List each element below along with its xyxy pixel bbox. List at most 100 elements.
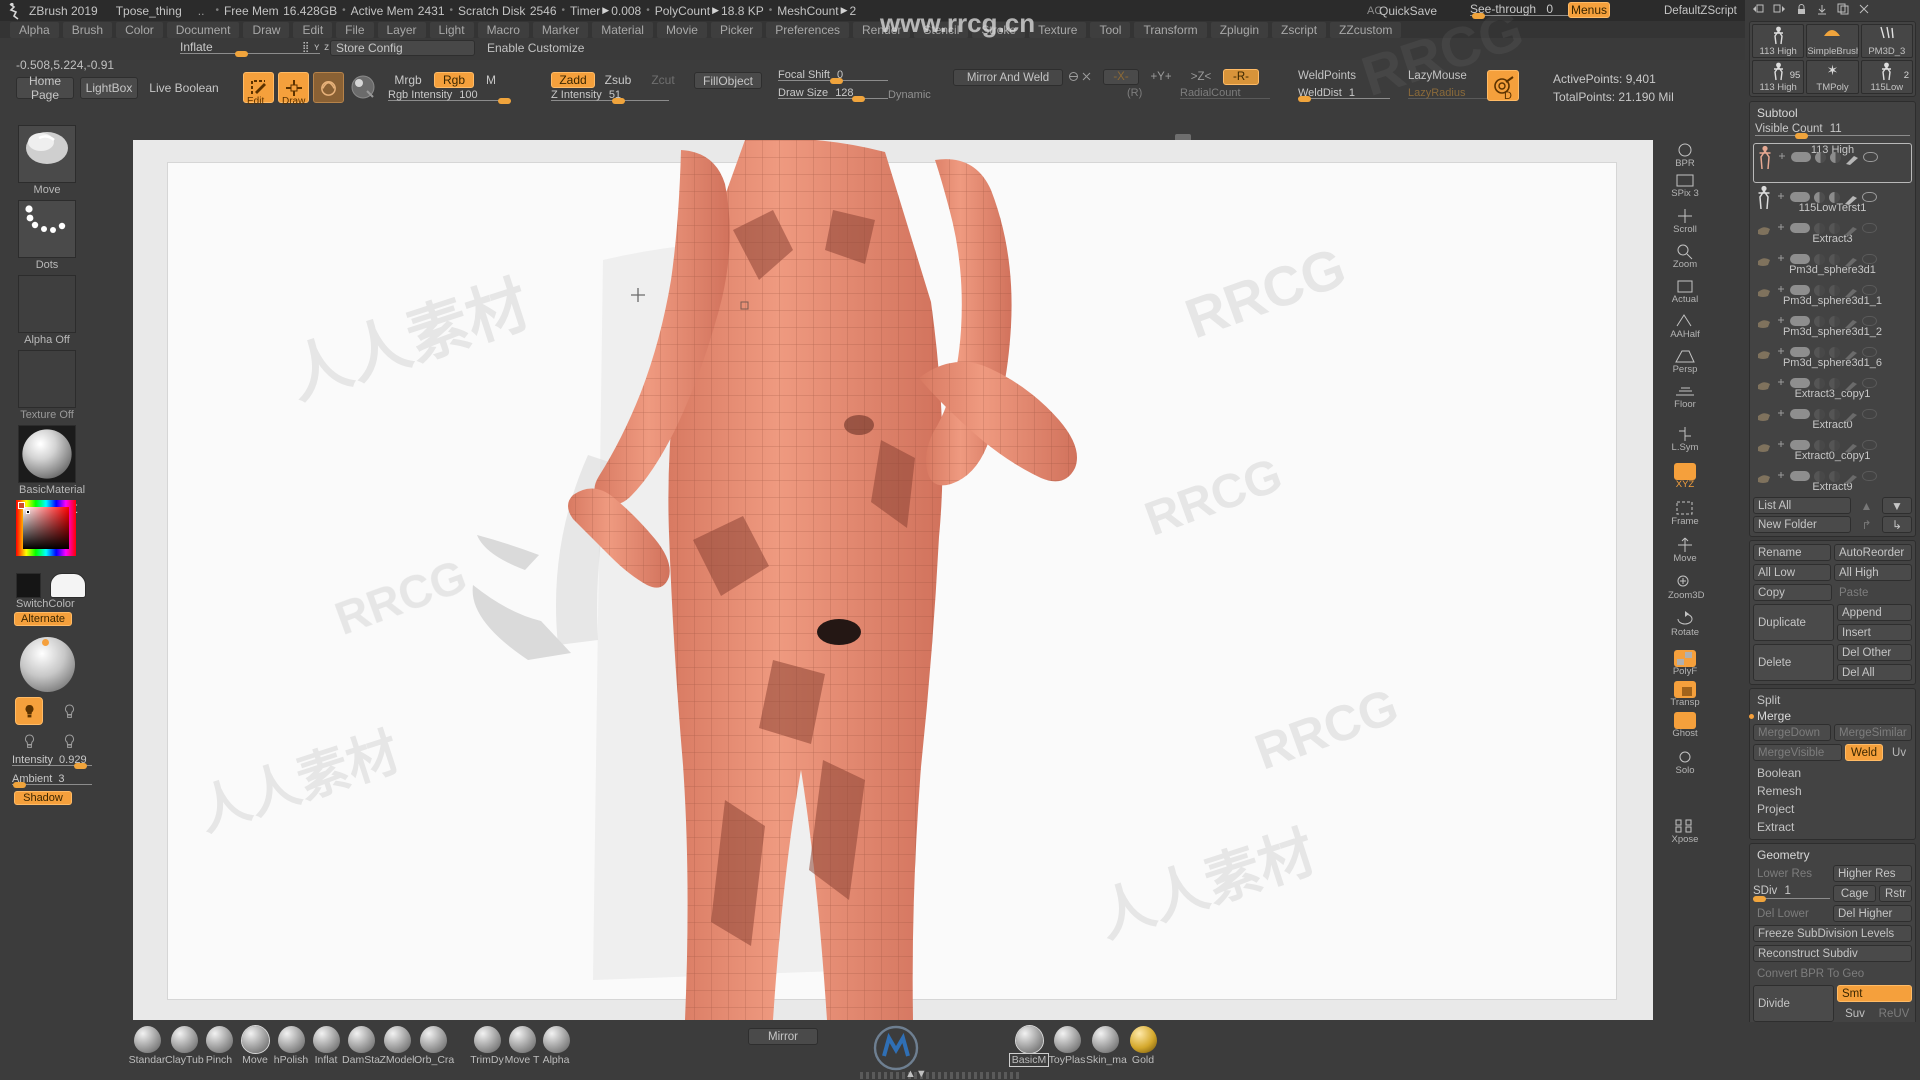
subtool-icon-row[interactable] [1777, 374, 1877, 392]
subtool-brush-icon[interactable] [1844, 378, 1858, 391]
light-slot-row-2[interactable] [15, 727, 83, 755]
menu-item-picker[interactable]: Picker [710, 21, 763, 38]
subtool-icon-row[interactable] [1777, 405, 1877, 423]
subtool-polypaint-toggle[interactable] [1829, 284, 1840, 296]
subtool-brush-icon[interactable] [1844, 285, 1858, 298]
tool-thumb-113-high[interactable]: 113 High [1752, 24, 1805, 58]
subtool-brush-icon[interactable] [1844, 254, 1858, 267]
switch-color-row[interactable] [16, 573, 86, 598]
split-section[interactable]: Split [1753, 692, 1912, 708]
home-page-button[interactable]: Home Page [16, 74, 74, 102]
inflate-slider[interactable]: Inflate [180, 40, 320, 57]
viewport-tool-move[interactable]: Move [1668, 537, 1702, 564]
del-higher-button[interactable]: Del Higher [1833, 905, 1912, 922]
boolean-section[interactable]: Boolean [1753, 764, 1912, 782]
subtool-item[interactable] [1753, 246, 1912, 267]
draw-size-slider[interactable]: Draw Size 128 [778, 87, 888, 102]
weld-dist-slider[interactable]: WeldDist 1 [1298, 87, 1390, 102]
duplicate-button[interactable]: Duplicate [1753, 604, 1834, 641]
light-intensity-slider[interactable]: Intensity 0.929 [12, 754, 92, 769]
viewport-tool-solo[interactable]: Solo [1668, 749, 1702, 776]
brush-move[interactable]: Move [236, 1025, 274, 1066]
subtool-visibility-pill[interactable] [1791, 152, 1811, 162]
tool-thumb-pm3d-3[interactable]: PM3D_3 [1860, 24, 1913, 58]
subtool-brush-icon[interactable] [1844, 471, 1858, 484]
menu-item-document[interactable]: Document [166, 21, 240, 38]
menu-item-tool[interactable]: Tool [1090, 21, 1131, 38]
higher-res-button[interactable]: Higher Res [1833, 865, 1912, 882]
lightbox-button[interactable]: LightBox [80, 77, 138, 99]
subtool-icon-row[interactable] [1778, 148, 1878, 166]
subtool-shading-toggle[interactable] [1814, 191, 1825, 203]
folder-in-icon[interactable]: ↳ [1882, 516, 1912, 533]
viewport-tool-transp[interactable]: Transp [1668, 681, 1702, 708]
subtool-brush-icon[interactable] [1844, 223, 1858, 236]
sdiv-slider[interactable]: SDiv 1 [1753, 885, 1831, 902]
subtool-polypaint-toggle[interactable] [1829, 470, 1840, 482]
subtool-item[interactable] [1753, 463, 1912, 484]
subtool-brush-icon[interactable] [1845, 152, 1859, 165]
live-boolean-button[interactable]: Live Boolean [144, 77, 224, 99]
subtool-eye-icon[interactable] [1862, 223, 1877, 233]
mrgb-button[interactable]: Mrgb [388, 72, 428, 88]
rename-button[interactable]: Rename [1753, 544, 1831, 561]
xyz-toggle-icon[interactable]: ⣿ ʏ ᴢ [302, 42, 330, 53]
tool-nav-icons[interactable] [1745, 0, 1920, 18]
subtool-brush-icon[interactable] [1844, 347, 1858, 360]
subtool-shading-toggle[interactable] [1814, 408, 1825, 420]
viewport-tool-zoom3d[interactable]: Zoom3D [1668, 574, 1704, 601]
menu-item-stroke[interactable]: Stroke [972, 21, 1026, 38]
viewport-tool-ghost[interactable]: Ghost [1668, 712, 1702, 739]
subtool-item[interactable] [1753, 215, 1912, 236]
viewport-tool-rotate[interactable]: Rotate [1668, 611, 1702, 638]
bottom-scroll-arrows[interactable]: ▲▼ [905, 1068, 927, 1080]
insert-button[interactable]: Insert [1837, 624, 1912, 641]
light-slot-row-1[interactable] [15, 697, 83, 725]
all-high-button[interactable]: All High [1834, 564, 1912, 581]
visible-count-slider[interactable]: Visible Count 11 [1755, 123, 1910, 139]
material-preview-sphere[interactable] [348, 72, 379, 103]
menu-item-file[interactable]: File [336, 21, 374, 38]
viewport-tool-floor[interactable]: Floor [1668, 383, 1702, 410]
current-alpha-swatch[interactable]: Alpha Off [18, 275, 76, 346]
shadow-button[interactable]: Shadow [14, 791, 72, 805]
subtool-icon-row[interactable] [1777, 188, 1877, 206]
subtool-polypaint-toggle[interactable] [1829, 191, 1840, 203]
color-picker[interactable]: Gradient [16, 500, 77, 556]
subtool-eye-icon[interactable] [1862, 192, 1877, 202]
viewport-tool-xpose[interactable]: Xpose [1668, 818, 1702, 845]
menu-item-draw[interactable]: Draw [243, 21, 290, 38]
subtool-eye-icon[interactable] [1862, 378, 1877, 388]
viewport-tool-scroll[interactable]: Scroll [1668, 208, 1702, 235]
freeze-subdivision-button[interactable]: Freeze SubDivision Levels [1753, 925, 1912, 942]
smt-button[interactable]: Smt [1837, 985, 1912, 1002]
material-gold[interactable]: Gold [1124, 1026, 1162, 1066]
subtool-icon-row[interactable] [1777, 343, 1877, 361]
sculpt-model[interactable] [133, 140, 1653, 1020]
brush-alpha[interactable]: Alpha [537, 1026, 575, 1066]
subtool-brush-icon[interactable] [1844, 316, 1858, 329]
menu-item-stencil[interactable]: Stencil [914, 21, 969, 38]
brush-claytub[interactable]: ClayTub [165, 1026, 204, 1066]
subtool-shading-toggle[interactable] [1814, 346, 1825, 358]
divide-button[interactable]: Divide [1753, 985, 1834, 1022]
current-stroke-swatch[interactable]: Dots [18, 200, 76, 271]
current-brush-swatch[interactable]: Move [18, 125, 76, 196]
reconstruct-subdiv-button[interactable]: Reconstruct Subdiv [1753, 945, 1912, 962]
subtool-shading-toggle[interactable] [1814, 470, 1825, 482]
subtool-shading-toggle[interactable] [1815, 151, 1826, 163]
m-button[interactable]: M [482, 72, 500, 88]
subtool-brush-icon[interactable] [1844, 192, 1858, 205]
subtool-item[interactable] [1753, 277, 1912, 298]
menu-item-transform[interactable]: Transform [1134, 21, 1207, 38]
subtool-eye-icon[interactable] [1862, 347, 1877, 357]
mirror-axis-y-button[interactable]: +Y+ [1143, 69, 1179, 85]
subtool-eye-icon[interactable] [1862, 316, 1877, 326]
subtool-icon-row[interactable] [1777, 250, 1877, 268]
merge-visible-button[interactable]: MergeVisible [1753, 744, 1842, 761]
subtool-item[interactable] [1753, 370, 1912, 391]
mirror-axis-z-button[interactable]: >Z< [1183, 69, 1219, 85]
menu-item-zscript[interactable]: Zscript [1272, 21, 1327, 38]
move-mode-button[interactable] [313, 72, 344, 103]
menu-item-edit[interactable]: Edit [293, 21, 333, 38]
